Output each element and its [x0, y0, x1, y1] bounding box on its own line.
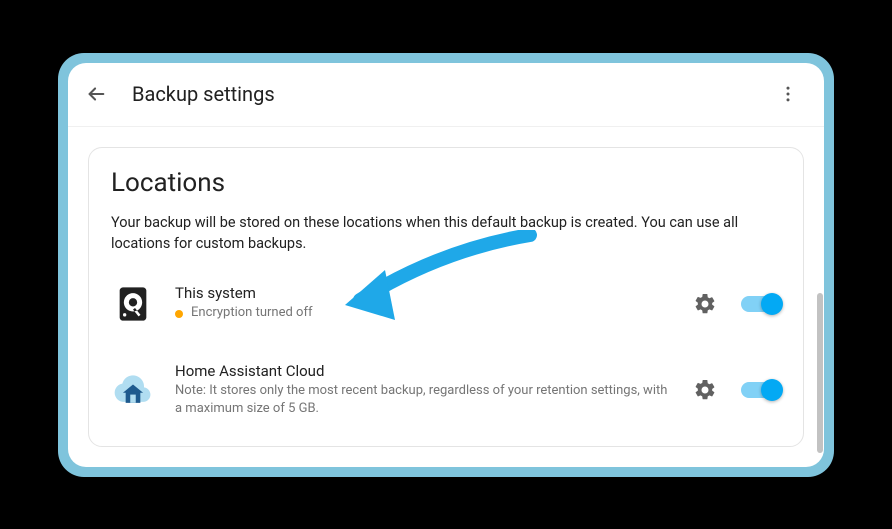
app-screen: Backup settings Locations Your backup wi…: [68, 63, 824, 467]
locations-card: Locations Your backup will be stored on …: [88, 147, 804, 447]
location-note: Note: It stores only the most recent bac…: [175, 382, 669, 418]
dots-vertical-icon: [778, 84, 798, 104]
status-dot-icon: [175, 310, 183, 318]
card-description: Your backup will be stored on these loca…: [111, 212, 781, 254]
cloud-home-icon: [111, 368, 155, 412]
page-title: Backup settings: [132, 82, 760, 106]
hard-disk-icon: [111, 282, 155, 326]
app-bar: Backup settings: [68, 63, 824, 127]
scrollbar[interactable]: [817, 293, 823, 453]
location-row-this-system: This system Encryption turned off: [111, 264, 781, 344]
toggle-thumb: [761, 293, 783, 315]
location-toggle[interactable]: [741, 382, 781, 398]
location-toggle[interactable]: [741, 296, 781, 312]
arrow-left-icon: [85, 83, 107, 105]
location-title: Home Assistant Cloud: [175, 362, 669, 380]
location-settings-button[interactable]: [689, 374, 721, 406]
location-title: This system: [175, 284, 669, 302]
more-menu-button[interactable]: [768, 74, 808, 114]
back-button[interactable]: [76, 74, 116, 114]
device-frame: Backup settings Locations Your backup wi…: [58, 53, 834, 477]
gear-icon: [693, 292, 717, 316]
status-text: Encryption turned off: [191, 304, 312, 322]
location-status: Encryption turned off: [175, 304, 669, 322]
location-settings-button[interactable]: [689, 288, 721, 320]
toggle-thumb: [761, 379, 783, 401]
location-text: Home Assistant Cloud Note: It stores onl…: [175, 362, 669, 418]
location-row-cloud: Home Assistant Cloud Note: It stores onl…: [111, 344, 781, 436]
gear-icon: [693, 378, 717, 402]
location-text: This system Encryption turned off: [175, 284, 669, 322]
content-area: Locations Your backup will be stored on …: [68, 127, 824, 467]
card-title: Locations: [111, 168, 781, 198]
